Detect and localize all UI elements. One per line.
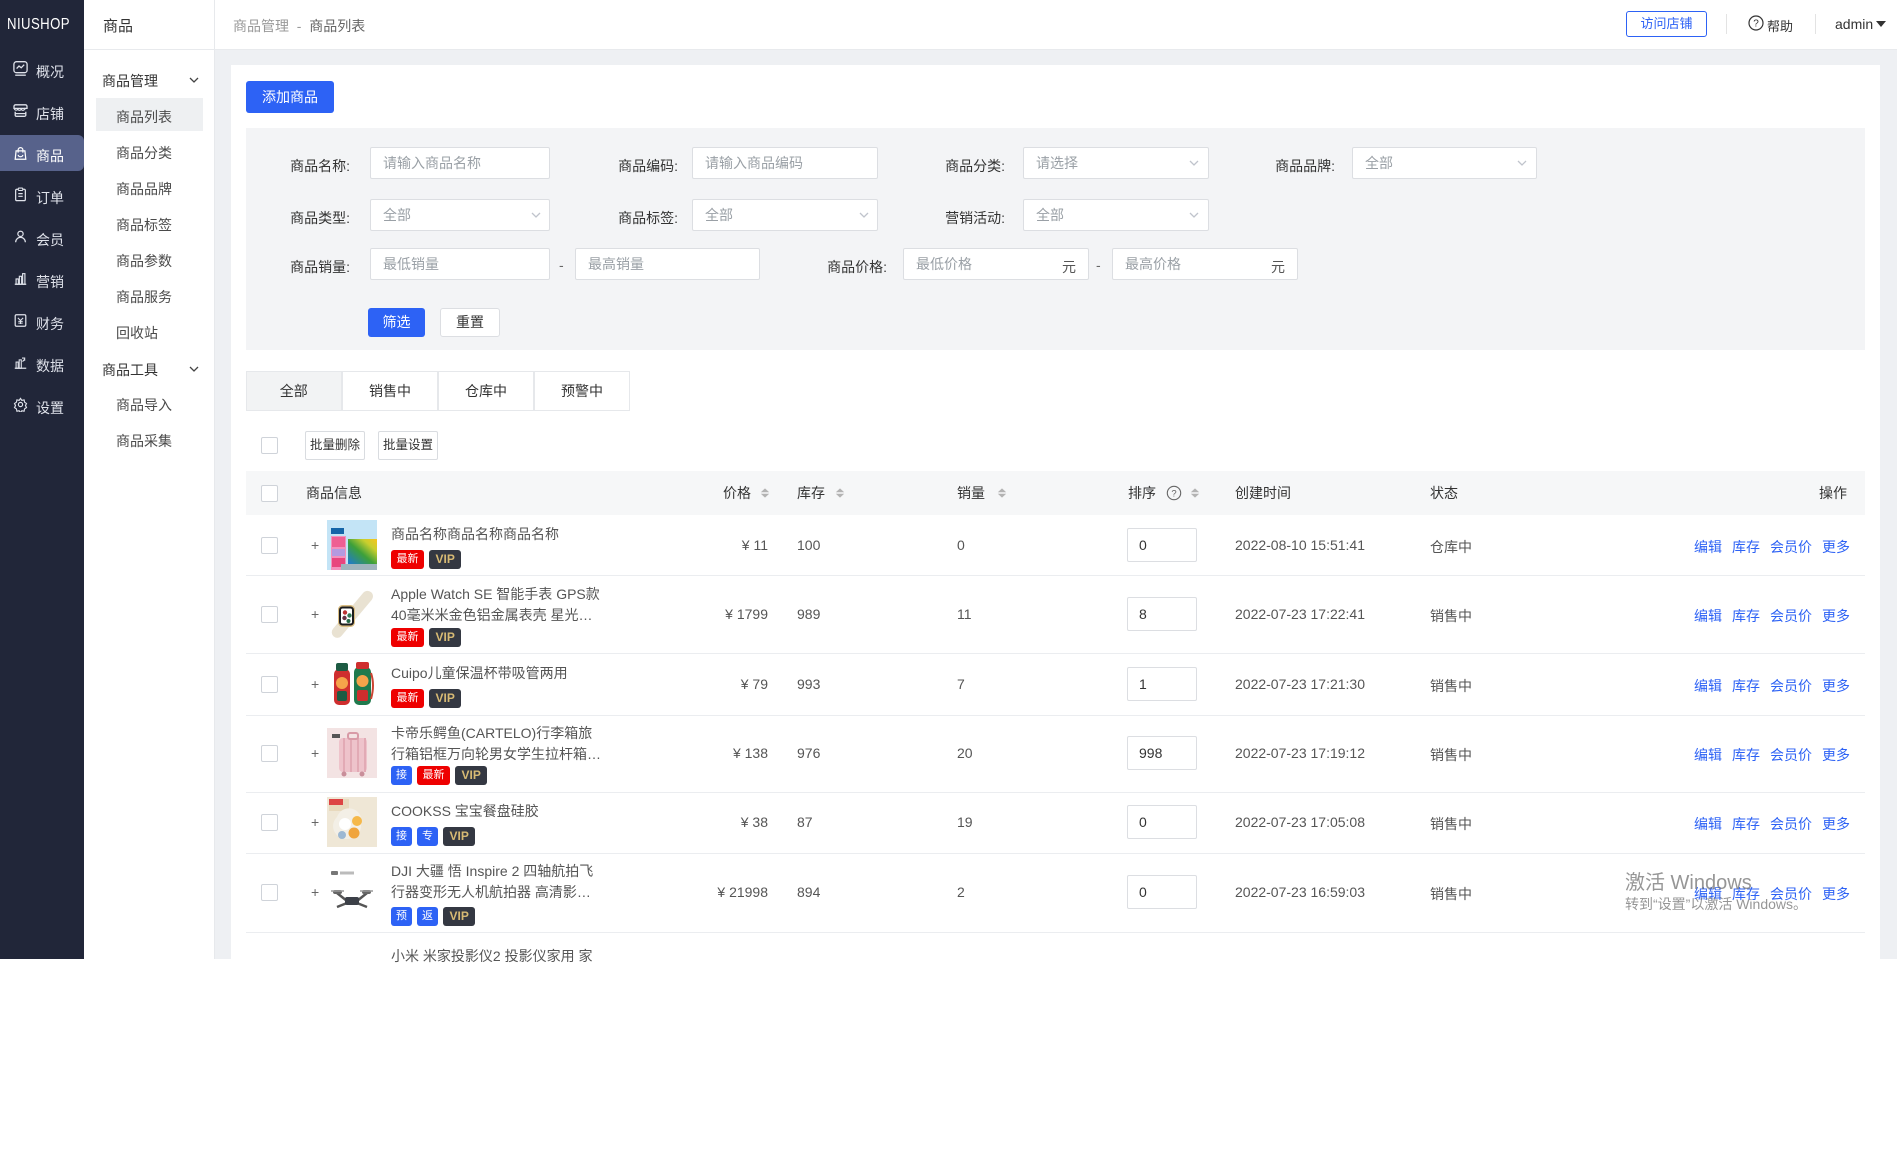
svg-text:?: ? [1753, 19, 1759, 30]
svg-text:?: ? [1171, 488, 1176, 499]
